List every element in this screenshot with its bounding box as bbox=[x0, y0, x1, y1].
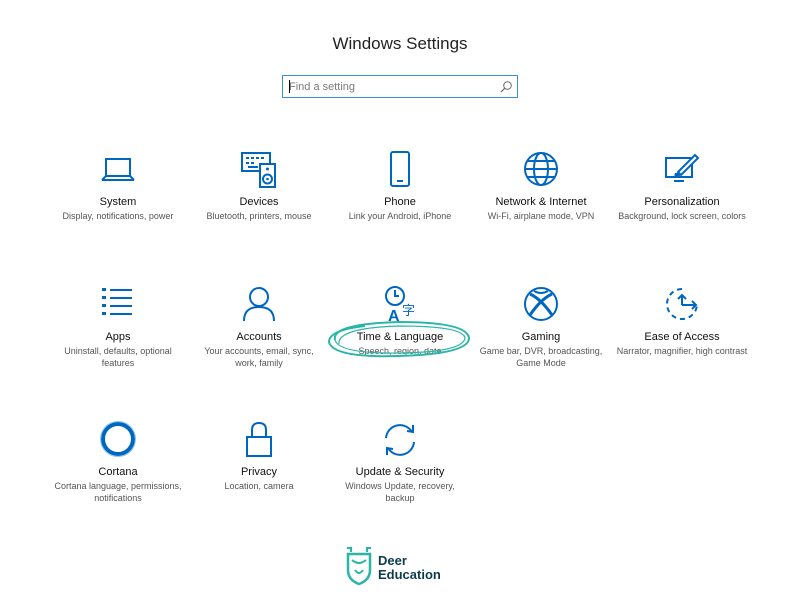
tile-description: Display, notifications, power bbox=[62, 211, 174, 221]
person-icon bbox=[243, 287, 275, 322]
tile-description: Cortana language, permissions, notificat… bbox=[54, 481, 182, 503]
tile-description: Location, camera bbox=[224, 481, 294, 491]
tile-description: Background, lock screen, colors bbox=[618, 211, 746, 221]
tile-name: Ease of Access bbox=[644, 331, 720, 343]
watermark-logo: Deer Education bbox=[344, 546, 456, 586]
tile-name: Apps bbox=[105, 331, 131, 343]
svg-text:字: 字 bbox=[402, 304, 415, 319]
tile-privacy[interactable]: Privacy Location, camera bbox=[189, 420, 329, 492]
tile-name: Gaming bbox=[521, 331, 561, 343]
sync-icon bbox=[385, 424, 415, 456]
ease-of-access-icon bbox=[666, 288, 698, 320]
tile-personalization[interactable]: Personalization Background, lock screen,… bbox=[612, 150, 752, 222]
deer-logo-icon bbox=[346, 547, 372, 586]
tile-description: Link your Android, iPhone bbox=[348, 211, 452, 221]
logo-text-line2: Education bbox=[378, 567, 441, 582]
tile-name: Accounts bbox=[236, 331, 282, 343]
tile-name: Network & Internet bbox=[495, 196, 587, 208]
tile-cortana[interactable]: Cortana Cortana language, permissions, n… bbox=[48, 420, 188, 504]
tile-update-security[interactable]: Update & Security Windows Update, recove… bbox=[330, 420, 470, 504]
tile-name: System bbox=[99, 196, 137, 208]
laptop-icon bbox=[101, 158, 135, 181]
tile-ease-of-access[interactable]: Ease of Access Narrator, magnifier, high… bbox=[612, 285, 752, 357]
tile-description: Uninstall, defaults, optional features bbox=[64, 346, 172, 368]
tile-name: Devices bbox=[239, 196, 279, 208]
tile-description: Wi-Fi, airplane mode, VPN bbox=[487, 211, 595, 221]
tile-phone[interactable]: Phone Link your Android, iPhone bbox=[330, 150, 470, 222]
tile-name: Update & Security bbox=[355, 466, 445, 478]
tile-description: Game bar, DVR, broadcasting, Game Mode bbox=[479, 346, 603, 368]
tile-description: Windows Update, recovery, backup bbox=[345, 481, 455, 503]
tile-devices[interactable]: Devices Bluetooth, printers, mouse bbox=[189, 150, 329, 222]
apps-list-icon bbox=[102, 288, 132, 315]
time-language-icon: A 字 bbox=[385, 286, 415, 325]
tile-name: Phone bbox=[384, 196, 416, 208]
tile-name: Cortana bbox=[98, 466, 138, 478]
tile-gaming[interactable]: Gaming Game bar, DVR, broadcasting, Game… bbox=[471, 285, 611, 369]
tile-time-language[interactable]: A 字 Time & Language Speech, region, date bbox=[330, 285, 470, 357]
tile-description: Narrator, magnifier, high contrast bbox=[616, 346, 748, 356]
lock-icon bbox=[246, 421, 272, 457]
tile-description: Your accounts, email, sync, work, family bbox=[204, 346, 314, 368]
page-title: Windows Settings bbox=[332, 34, 468, 53]
tile-description: Speech, region, date bbox=[358, 346, 442, 356]
tile-name: Time & Language bbox=[356, 331, 444, 343]
tile-accounts[interactable]: Accounts Your accounts, email, sync, wor… bbox=[189, 285, 329, 369]
tile-apps[interactable]: Apps Uninstall, defaults, optional featu… bbox=[48, 285, 188, 369]
phone-icon bbox=[390, 151, 410, 187]
tile-system[interactable]: System Display, notifications, power bbox=[48, 150, 188, 222]
paint-brush-icon bbox=[665, 153, 700, 182]
keyboard-speaker-icon bbox=[241, 152, 276, 188]
tile-name: Personalization bbox=[644, 196, 720, 208]
logo-text-line1: Deer bbox=[378, 553, 407, 568]
search-box[interactable] bbox=[282, 75, 518, 98]
svg-text:A: A bbox=[388, 308, 400, 325]
xbox-icon bbox=[524, 287, 558, 321]
search-icon[interactable] bbox=[499, 80, 513, 94]
tile-name: Privacy bbox=[240, 466, 278, 478]
tile-network[interactable]: Network & Internet Wi-Fi, airplane mode,… bbox=[471, 150, 611, 222]
search-input[interactable] bbox=[289, 76, 489, 97]
cortana-icon bbox=[100, 421, 136, 457]
tile-description: Bluetooth, printers, mouse bbox=[206, 211, 312, 221]
globe-icon bbox=[524, 152, 558, 186]
